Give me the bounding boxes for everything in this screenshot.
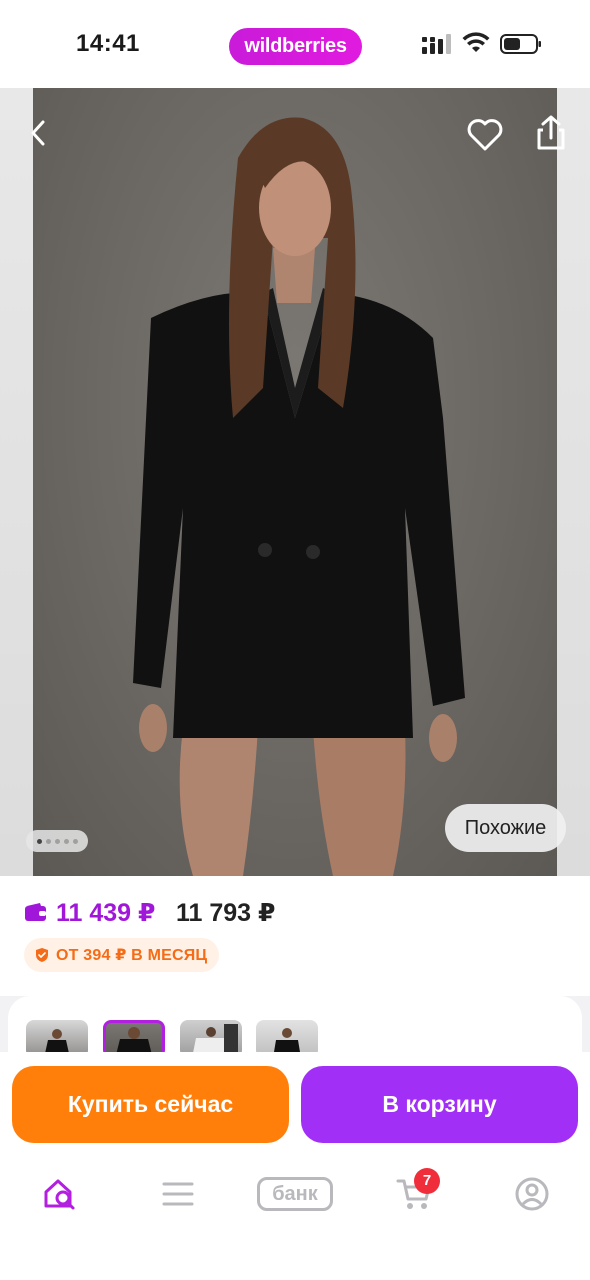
home-search-icon — [44, 1179, 75, 1210]
back-arrow-icon[interactable] — [24, 118, 54, 148]
page-dot — [63, 838, 69, 844]
buy-now-button[interactable]: Купить сейчас — [12, 1066, 289, 1143]
wallet-icon — [25, 903, 46, 921]
price-current: 11 439 ₽ — [56, 899, 156, 927]
page-dot — [45, 838, 51, 844]
bottom-navigation: банк 7 — [0, 1162, 590, 1280]
installment-text: ОТ 394 ₽ В МЕСЯЦ — [56, 947, 208, 964]
share-icon[interactable] — [534, 114, 568, 152]
profile-icon — [515, 1177, 549, 1211]
brand-logo[interactable]: wildberries — [229, 28, 362, 65]
menu-icon — [162, 1182, 194, 1206]
bank-label: банк — [272, 1183, 318, 1205]
page-dot — [72, 838, 78, 844]
battery-icon — [500, 34, 541, 54]
product-photo-illustration — [133, 117, 465, 876]
page-dot — [54, 838, 60, 844]
wifi-icon — [462, 32, 490, 52]
nav-catalog[interactable] — [156, 1172, 200, 1216]
product-photo[interactable] — [33, 88, 557, 876]
price-old: 11 793 ₽ — [176, 899, 276, 927]
status-time: 14:41 — [76, 30, 140, 57]
product-gallery[interactable]: Похожие — [0, 88, 590, 876]
installment-shield-icon — [36, 948, 48, 962]
status-bar: 14:41 wildberries — [0, 0, 590, 88]
cellular-signal-icon — [422, 34, 451, 54]
similar-button[interactable]: Похожие — [445, 804, 566, 852]
nav-bank[interactable]: банк — [256, 1172, 334, 1216]
nav-home-search[interactable] — [38, 1172, 82, 1216]
cart-badge: 7 — [414, 1168, 440, 1194]
heart-icon[interactable] — [466, 118, 504, 152]
installment-badge[interactable]: ОТ 394 ₽ В МЕСЯЦ — [24, 938, 220, 972]
add-to-cart-button[interactable]: В корзину — [301, 1066, 578, 1143]
nav-profile[interactable] — [510, 1172, 554, 1216]
page-dot-active — [36, 838, 42, 844]
bank-icon: банк — [257, 1177, 333, 1211]
action-bar: Купить сейчас В корзину — [0, 1052, 590, 1162]
price-block: 11 439 ₽ 11 793 ₽ ОТ 394 ₽ В МЕСЯЦ — [0, 876, 590, 996]
gallery-page-indicator — [26, 830, 88, 852]
